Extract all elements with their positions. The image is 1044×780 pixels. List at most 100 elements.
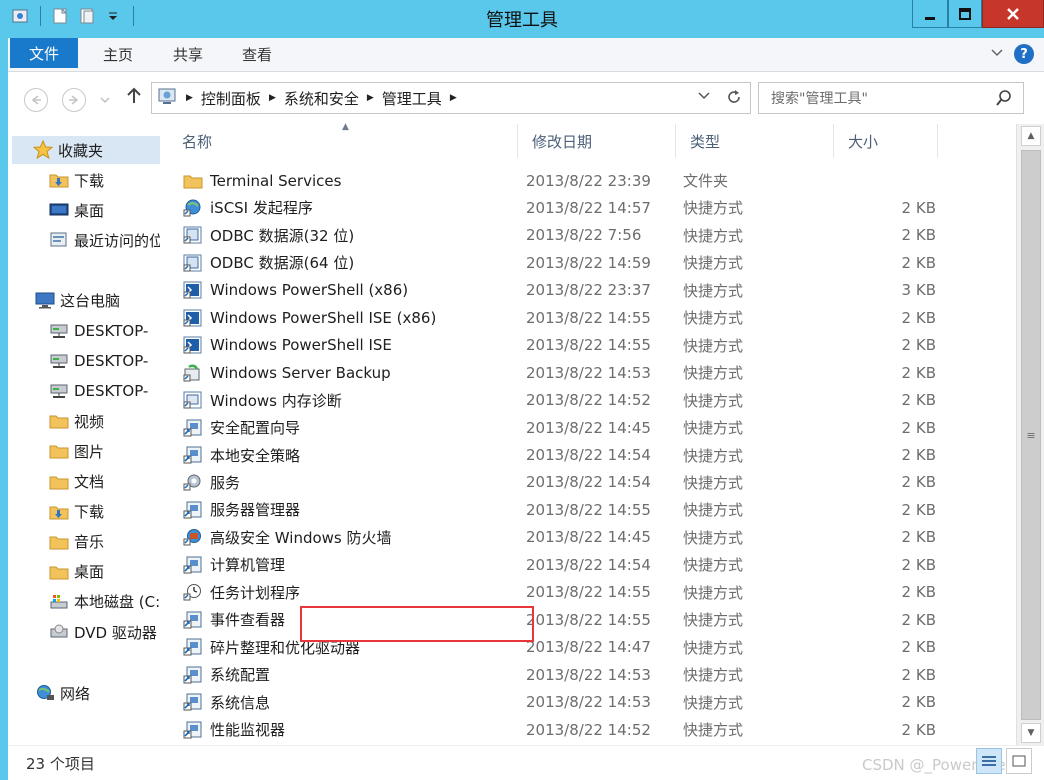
nav-item[interactable]: 视频 [48, 407, 104, 435]
file-row[interactable]: 服务 2013/8/22 14:54 快捷方式 2 KB [160, 469, 1016, 496]
breadcrumb-separator[interactable]: ▶ [367, 93, 374, 103]
file-row[interactable]: Windows Server Backup 2013/8/22 14:53 快捷方式… [160, 359, 1016, 386]
file-size: 3 KB [901, 281, 936, 300]
nav-this-pc[interactable]: 这台电脑 [34, 286, 120, 314]
minimize-button[interactable] [912, 0, 948, 28]
file-name-cell: ODBC 数据源(32 位) [182, 222, 354, 249]
scroll-down-button[interactable]: ▼ [1021, 723, 1041, 743]
file-name: 性能监视器 [210, 721, 286, 739]
close-button[interactable] [982, 0, 1044, 28]
file-date: 2013/8/22 14:53 [526, 665, 651, 684]
nav-item-label: 音乐 [74, 533, 105, 552]
details-view-button[interactable] [976, 748, 1002, 774]
breadcrumb-item[interactable]: 控制面板 [201, 88, 261, 109]
file-size: 2 KB [901, 693, 936, 712]
shortcut-icon [182, 637, 204, 657]
file-type: 快捷方式 [683, 611, 744, 630]
nav-item[interactable]: DVD 驱动器 [48, 618, 157, 646]
file-row[interactable]: Windows 内存诊断 2013/8/22 14:52 快捷方式 2 KB [160, 387, 1016, 414]
details-view-icon [982, 756, 996, 766]
large-icons-view-button[interactable] [1006, 748, 1032, 774]
file-row[interactable]: 系统配置 2013/8/22 14:53 快捷方式 2 KB [160, 661, 1016, 688]
file-row[interactable]: 高级安全 Windows 防火墙 2013/8/22 14:45 快捷方式 2 KB [160, 524, 1016, 551]
column-header-type[interactable]: 类型 [676, 124, 834, 158]
file-type: 快捷方式 [683, 309, 744, 328]
file-name: Windows PowerShell ISE (x86) [210, 308, 437, 327]
column-header-name[interactable]: 名称 [168, 124, 518, 158]
shortcut-icon [182, 418, 204, 438]
file-type: 快捷方式 [683, 281, 744, 300]
vertical-scrollbar[interactable]: ▲ ≡ ▼ [1016, 124, 1044, 745]
nav-network[interactable]: 网络 [34, 679, 90, 707]
nav-item[interactable]: 文档 [48, 468, 104, 496]
tab-share[interactable]: 共享 [164, 38, 212, 71]
file-size: 2 KB [901, 363, 936, 382]
address-bar[interactable]: ▶ 控制面板 ▶ 系统和安全 ▶ 管理工具 ▶ [151, 82, 751, 114]
breadcrumb-item[interactable]: 管理工具 [382, 88, 442, 109]
nav-item[interactable]: DESKTOP- [48, 377, 148, 405]
file-row[interactable]: 计算机管理 2013/8/22 14:54 快捷方式 2 KB [160, 551, 1016, 578]
file-row[interactable]: Windows PowerShell ISE 2013/8/22 14:55 快捷方… [160, 332, 1016, 359]
back-button[interactable] [24, 88, 48, 112]
file-type: 快捷方式 [683, 693, 744, 712]
nav-item[interactable]: 最近访问的位置 [48, 226, 160, 254]
nav-item-label: 最近访问的位置 [74, 231, 160, 250]
nav-item[interactable]: DESKTOP- [48, 317, 148, 345]
address-history-dropdown[interactable] [698, 89, 710, 109]
file-row[interactable]: 本地安全策略 2013/8/22 14:54 快捷方式 2 KB [160, 442, 1016, 469]
tab-view[interactable]: 查看 [233, 38, 281, 71]
file-row[interactable]: 任务计划程序 2013/8/22 14:55 快捷方式 2 KB [160, 579, 1016, 606]
maximize-button[interactable] [948, 0, 982, 28]
nav-favorites[interactable]: 收藏夹 [12, 136, 160, 164]
scroll-thumb[interactable]: ≡ [1021, 150, 1041, 720]
help-icon[interactable]: ? [1014, 44, 1034, 64]
up-button[interactable] [126, 86, 142, 109]
nav-item[interactable]: 下载 [48, 166, 104, 194]
tab-file[interactable]: 文件 [10, 38, 78, 68]
refresh-button[interactable] [726, 89, 742, 109]
breadcrumb-separator[interactable]: ▶ [269, 93, 276, 103]
nav-item[interactable]: 桌面 [48, 558, 104, 586]
explorer-window: 管理工具 文件 主页 共享 查看 ? ▶ 控制面板 ▶ 系统和安全 ▶ 管理工具… [0, 0, 1044, 780]
forward-button[interactable] [62, 88, 86, 112]
file-type: 快捷方式 [683, 501, 744, 520]
breadcrumb-separator[interactable]: ▶ [450, 93, 457, 103]
search-icon[interactable] [995, 89, 1013, 111]
column-header-size[interactable]: 大小 [834, 124, 938, 158]
file-row[interactable]: iSCSI 发起程序 2013/8/22 14:57 快捷方式 2 KB [160, 194, 1016, 221]
nav-item[interactable]: DESKTOP- [48, 347, 148, 375]
scroll-up-button[interactable]: ▲ [1021, 126, 1041, 146]
file-row[interactable]: ODBC 数据源(32 位) 2013/8/22 7:56 快捷方式 2 KB [160, 222, 1016, 249]
nav-item[interactable]: 下载 [48, 498, 104, 526]
nav-favorites-label: 收藏夹 [58, 141, 104, 160]
services-icon [182, 472, 204, 492]
file-row[interactable]: 事件查看器 2013/8/22 14:55 快捷方式 2 KB [160, 606, 1016, 633]
powershell-icon [182, 308, 204, 328]
file-date: 2013/8/22 14:59 [526, 253, 651, 272]
nav-item[interactable]: 桌面 [48, 196, 104, 224]
recent-locations-dropdown[interactable] [100, 92, 110, 108]
file-name-cell: 计算机管理 [182, 551, 285, 578]
file-row[interactable]: 安全配置向导 2013/8/22 14:45 快捷方式 2 KB [160, 414, 1016, 441]
file-row[interactable]: Windows PowerShell ISE (x86) 2013/8/22 14… [160, 304, 1016, 331]
expand-ribbon-icon[interactable] [990, 46, 1004, 62]
file-row[interactable]: 服务器管理器 2013/8/22 14:55 快捷方式 2 KB [160, 496, 1016, 523]
firewall-icon [182, 527, 204, 547]
nav-item[interactable]: 音乐 [48, 528, 104, 556]
column-header-date[interactable]: 修改日期 [518, 124, 676, 158]
nav-item-label: 文档 [74, 473, 105, 491]
file-row[interactable]: Terminal Services 2013/8/22 23:39 文件夹 [160, 167, 1016, 194]
file-row[interactable]: ODBC 数据源(64 位) 2013/8/22 14:59 快捷方式 2 KB [160, 249, 1016, 276]
file-date: 2013/8/22 14:45 [526, 418, 651, 437]
file-name-cell: Windows PowerShell ISE (x86) [182, 304, 436, 331]
breadcrumb-separator: ▶ [186, 93, 193, 103]
file-row[interactable]: Windows PowerShell (x86) 2013/8/22 23:37 快… [160, 277, 1016, 304]
tab-home[interactable]: 主页 [94, 38, 142, 71]
nav-item[interactable]: 本地磁盘 (C:) [48, 588, 160, 616]
search-input[interactable]: 搜索"管理工具" [758, 82, 1024, 114]
file-row[interactable]: 系统信息 2013/8/22 14:53 快捷方式 2 KB [160, 689, 1016, 716]
nav-item[interactable]: 图片 [48, 437, 104, 465]
breadcrumb-item[interactable]: 系统和安全 [284, 88, 359, 109]
file-row[interactable]: 碎片整理和优化驱动器 2013/8/22 14:47 快捷方式 2 KB [160, 634, 1016, 661]
file-row[interactable]: 性能监视器 2013/8/22 14:52 快捷方式 2 KB [160, 716, 1016, 743]
